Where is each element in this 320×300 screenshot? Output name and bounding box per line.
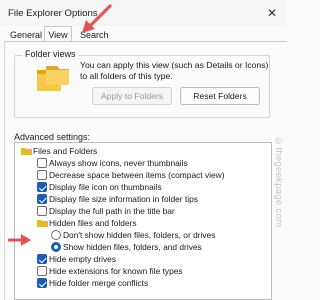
folder-views-title: Folder views bbox=[22, 49, 79, 59]
setting-label: Decrease space between items (compact vi… bbox=[49, 170, 225, 180]
title-bar: File Explorer Options ✕ bbox=[0, 0, 287, 26]
advanced-settings-tree[interactable]: Files and Folders Always show icons, nev… bbox=[14, 142, 272, 300]
tab-view[interactable]: View bbox=[44, 26, 72, 42]
setting-label: Display file icon on thumbnails bbox=[49, 182, 162, 192]
watermark: ©thegeekpage.com bbox=[273, 136, 284, 228]
radio-button[interactable] bbox=[51, 230, 61, 240]
setting-label: Display the full path in the title bar bbox=[49, 206, 175, 216]
setting-label: Hide empty drives bbox=[49, 254, 117, 264]
checkbox[interactable] bbox=[37, 194, 47, 204]
setting-label: Don't show hidden files, folders, or dri… bbox=[63, 230, 216, 240]
setting-label: Show hidden files, folders, and drives bbox=[63, 242, 202, 252]
checkbox[interactable] bbox=[37, 182, 47, 192]
setting-label: Display file size information in folder … bbox=[49, 194, 198, 204]
tree-folder-label: Hidden files and folders bbox=[49, 218, 137, 228]
setting-label: Hide extensions for known file types bbox=[49, 266, 183, 276]
folder-icon bbox=[21, 148, 32, 155]
close-button[interactable]: ✕ bbox=[261, 3, 283, 23]
advanced-settings-label: Advanced settings: bbox=[14, 132, 91, 142]
setting-label: Always show icons, never thumbnails bbox=[49, 158, 188, 168]
reset-folders-button[interactable]: Reset Folders bbox=[180, 87, 260, 105]
folder-icon bbox=[37, 220, 48, 227]
tree-folder-label: Files and Folders bbox=[33, 146, 98, 156]
checkbox[interactable] bbox=[37, 206, 47, 216]
annotation-arrow-icon bbox=[82, 4, 112, 33]
radio-button[interactable] bbox=[51, 242, 61, 252]
folder-views-description: You can apply this view (such as Details… bbox=[80, 60, 269, 81]
tab-general[interactable]: General bbox=[6, 28, 46, 42]
checkbox[interactable] bbox=[37, 254, 47, 264]
apply-to-folders-button[interactable]: Apply to Folders bbox=[92, 87, 172, 105]
annotation-arrow-icon bbox=[8, 234, 31, 246]
tab-strip: General View Search bbox=[4, 26, 287, 42]
checkbox[interactable] bbox=[37, 170, 47, 180]
checkbox[interactable] bbox=[37, 158, 47, 168]
folder-icon bbox=[37, 66, 69, 91]
checkbox[interactable] bbox=[37, 278, 47, 288]
setting-label: Hide folder merge conflicts bbox=[49, 278, 149, 288]
checkbox[interactable] bbox=[37, 266, 47, 276]
